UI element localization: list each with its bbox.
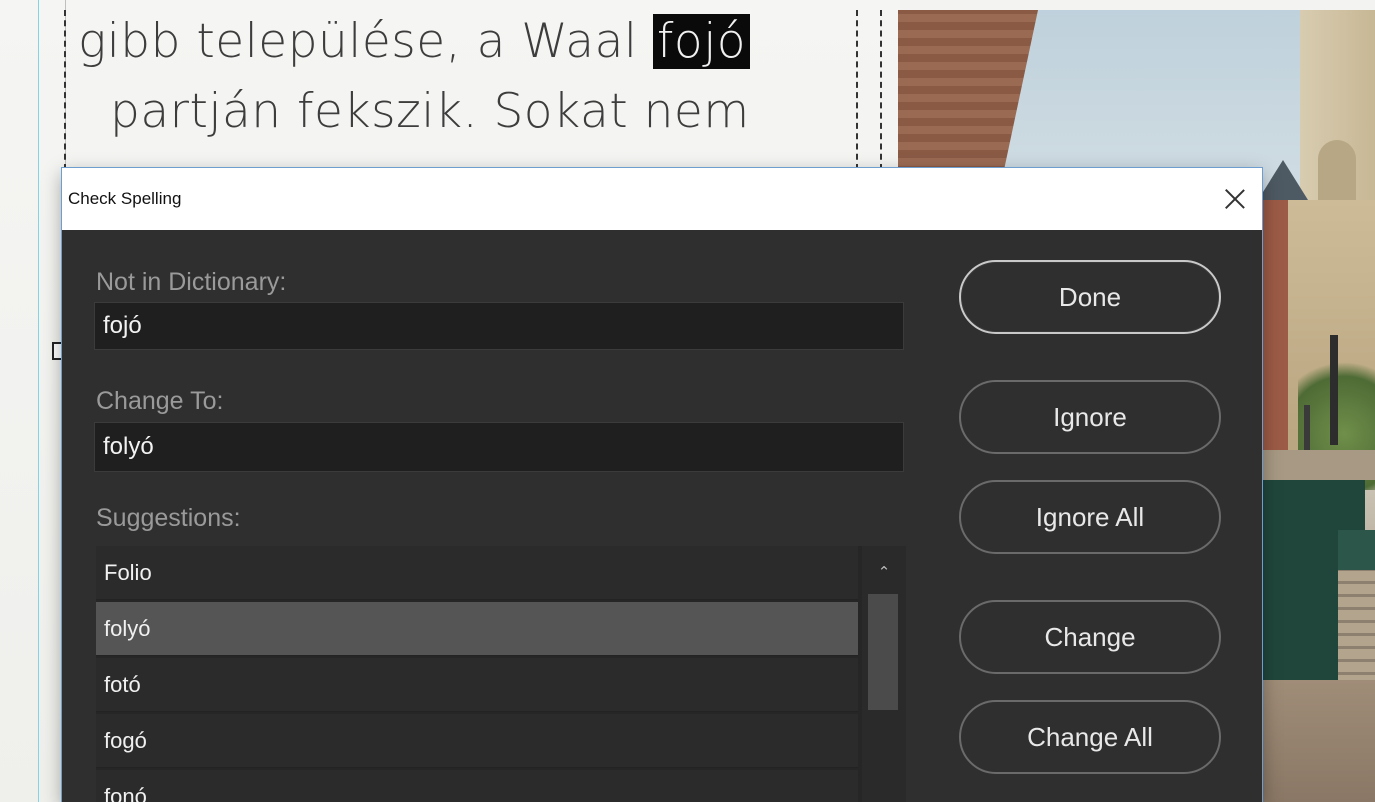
suggestion-text: Folio bbox=[104, 560, 152, 585]
ignore-button[interactable]: Ignore bbox=[959, 380, 1221, 454]
scroll-thumb[interactable] bbox=[868, 594, 898, 710]
suggestions-scrollbar[interactable]: ⌃ bbox=[862, 546, 906, 802]
list-item-selected[interactable]: folyó bbox=[96, 602, 858, 656]
close-icon[interactable] bbox=[1218, 182, 1252, 216]
suggestion-text: folyó bbox=[104, 616, 151, 641]
chevron-up-icon[interactable]: ⌃ bbox=[862, 562, 906, 582]
done-button[interactable]: Done bbox=[959, 260, 1221, 334]
change-to-input[interactable] bbox=[95, 423, 903, 471]
list-item[interactable]: fotó bbox=[96, 658, 858, 712]
document-text-line: gibb települése, a Waal fojó bbox=[78, 14, 751, 69]
change-to-label: Change To: bbox=[96, 387, 224, 415]
suggestion-text: fonó bbox=[104, 784, 147, 802]
dialog-titlebar[interactable]: Check Spelling bbox=[62, 168, 1262, 230]
street-lamp bbox=[1304, 405, 1310, 450]
change-to-field[interactable] bbox=[94, 422, 904, 472]
list-item[interactable]: Folio bbox=[96, 546, 858, 600]
list-item[interactable]: fonó bbox=[96, 770, 858, 802]
suggestion-text: fogó bbox=[104, 728, 147, 753]
change-button[interactable]: Change bbox=[959, 600, 1221, 674]
highlighted-misspelled-word: fojó bbox=[652, 14, 751, 69]
not-in-dictionary-field: fojó bbox=[94, 302, 904, 350]
dialog-title: Check Spelling bbox=[68, 189, 182, 208]
cobblestone-ground bbox=[1260, 680, 1375, 802]
brick-wall bbox=[898, 10, 1038, 190]
suggestions-label: Suggestions: bbox=[96, 504, 241, 532]
margin-guide bbox=[38, 0, 39, 802]
document-text: gibb települése, a Waal bbox=[78, 14, 653, 69]
text-frame-edge bbox=[880, 10, 882, 170]
not-in-dictionary-label: Not in Dictionary: bbox=[96, 268, 287, 296]
suggestion-text: fotó bbox=[104, 672, 141, 697]
list-item[interactable]: fogó bbox=[96, 714, 858, 768]
suggestions-list[interactable]: Folio folyó fotó fogó fonó ⌃ bbox=[96, 546, 906, 802]
not-in-dictionary-value: fojó bbox=[103, 312, 142, 339]
stone-wall bbox=[1263, 450, 1375, 480]
check-spelling-dialog: Check Spelling Not in Dictionary: fojó C… bbox=[62, 168, 1262, 802]
ignore-all-button[interactable]: Ignore All bbox=[959, 480, 1221, 554]
red-brick-wall bbox=[1263, 200, 1288, 460]
document-text-line: partján fekszik. Sokat nem bbox=[110, 84, 750, 139]
change-all-button[interactable]: Change All bbox=[959, 700, 1221, 774]
street-lamp bbox=[1330, 335, 1338, 445]
